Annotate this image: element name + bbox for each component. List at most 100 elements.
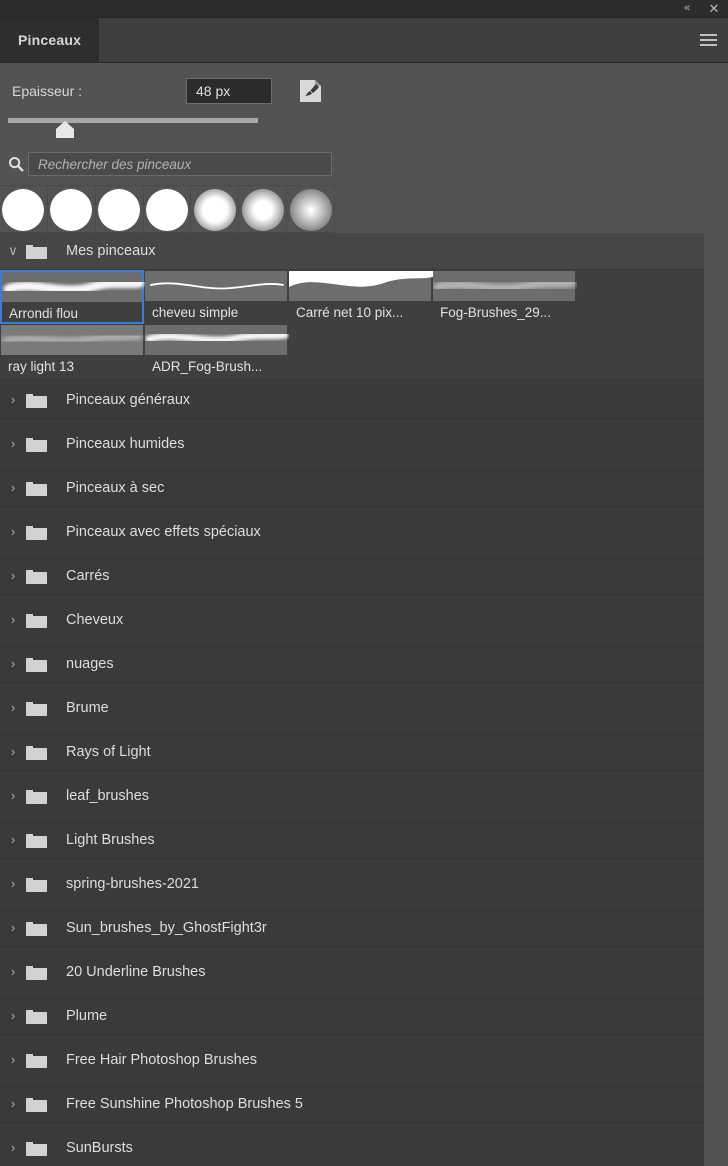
folder-icon — [26, 480, 56, 496]
close-panel-button[interactable]: ✕ — [700, 0, 728, 18]
folder-icon — [26, 832, 56, 848]
brush-tile-label: Carré net 10 pix... — [296, 304, 404, 320]
folder-row[interactable]: › SunBursts — [0, 1126, 704, 1166]
chevron-right-icon[interactable]: › — [0, 436, 26, 451]
folder-icon — [26, 920, 56, 936]
brush-tile[interactable]: cheveu simple — [144, 270, 288, 324]
folder-row[interactable]: › Light Brushes — [0, 818, 704, 862]
slider-handle[interactable] — [56, 121, 74, 138]
thickness-slider[interactable] — [0, 111, 728, 145]
chevron-right-icon[interactable]: › — [0, 700, 26, 715]
chevron-right-icon[interactable]: › — [0, 480, 26, 495]
folder-row[interactable]: › leaf_brushes — [0, 774, 704, 818]
brush-stroke-preview — [145, 271, 287, 301]
chevron-right-icon[interactable]: › — [0, 876, 26, 891]
collapse-panel-button[interactable]: « — [674, 0, 700, 18]
brush-tip-hard-round-1[interactable] — [0, 186, 48, 234]
folder-row[interactable]: › 20 Underline Brushes — [0, 950, 704, 994]
slider-track[interactable] — [8, 118, 258, 123]
folder-row[interactable]: › Brume — [0, 686, 704, 730]
folder-label: SunBursts — [66, 1139, 133, 1156]
brush-tip-strip — [0, 185, 336, 234]
brush-tile[interactable]: Fog-Brushes_29... — [432, 270, 577, 324]
chevron-right-icon[interactable]: › — [0, 524, 26, 539]
folder-row[interactable]: › Pinceaux avec effets spéciaux — [0, 510, 704, 554]
folder-rows: › Pinceaux généraux › Pinceaux humides › Pinc… — [0, 378, 704, 1166]
chevron-right-icon[interactable]: › — [0, 1140, 26, 1155]
folder-label: Free Sunshine Photoshop Brushes 5 — [66, 1095, 303, 1112]
brush-tip-soft-round-2[interactable] — [144, 186, 192, 234]
folder-row[interactable]: › spring-brushes-2021 — [0, 862, 704, 906]
folder-row[interactable]: › Free Hair Photoshop Brushes — [0, 1038, 704, 1082]
panel-tab-bar: Pinceaux — [0, 18, 728, 63]
folder-label: Free Hair Photoshop Brushes — [66, 1051, 258, 1068]
folder-row[interactable]: › nuages — [0, 642, 704, 686]
brush-tile[interactable]: ADR_Fog-Brush... — [144, 324, 289, 378]
chevron-right-icon[interactable]: › — [0, 1008, 26, 1023]
thickness-input[interactable]: 48 px — [186, 78, 272, 104]
folder-icon — [26, 243, 56, 259]
chevron-right-icon[interactable]: › — [0, 1096, 26, 1111]
folder-icon — [26, 1096, 56, 1112]
chevron-right-icon[interactable]: › — [0, 392, 26, 407]
chevron-right-icon[interactable]: › — [0, 612, 26, 627]
chevron-right-icon[interactable]: › — [0, 656, 26, 671]
folder-icon — [26, 524, 56, 540]
thickness-label: Epaisseur : — [12, 83, 83, 99]
chevron-right-icon[interactable]: › — [0, 832, 26, 847]
brush-tip-soft-round-4[interactable] — [239, 186, 288, 234]
search-input[interactable]: Rechercher des pinceaux — [28, 152, 332, 176]
group-label: Mes pinceaux — [66, 243, 156, 259]
chevron-right-icon[interactable]: › — [0, 1052, 26, 1067]
folder-label: Cheveux — [66, 611, 124, 628]
folder-icon — [26, 700, 56, 716]
folder-row[interactable]: › Pinceaux à sec — [0, 466, 704, 510]
brush-tile-label: Arrondi flou — [9, 305, 79, 321]
group-header-mes-pinceaux[interactable]: ∨ Mes pinceaux — [0, 233, 704, 270]
folder-row[interactable]: › Rays of Light — [0, 730, 704, 774]
brush-stroke-preview — [1, 325, 143, 355]
chevron-down-icon[interactable]: ∨ — [0, 243, 26, 259]
brush-tip-preview — [2, 189, 45, 231]
folder-row[interactable]: › Pinceaux généraux — [0, 378, 704, 422]
chevron-right-icon[interactable]: › — [0, 964, 26, 979]
brush-tile-grid: Arrondi flou cheveu simple Carré net 10 pi… — [0, 270, 704, 378]
chevron-right-icon[interactable]: › — [0, 568, 26, 583]
folder-label: Brume — [66, 699, 109, 716]
folder-row[interactable]: › Pinceaux humides — [0, 422, 704, 466]
brush-tip-soft-round-5[interactable] — [287, 186, 336, 234]
folder-row[interactable]: › Sun_brushes_by_GhostFight3r — [0, 906, 704, 950]
brush-stroke-preview — [433, 271, 577, 301]
folder-icon — [26, 1008, 56, 1024]
folder-row[interactable]: › Cheveux — [0, 598, 704, 642]
chevron-right-icon[interactable]: › — [0, 788, 26, 803]
brush-tip-preview — [241, 189, 284, 231]
folder-icon — [26, 392, 56, 408]
folder-label: Sun_brushes_by_GhostFight3r — [66, 919, 267, 936]
brush-tile[interactable]: ray light 13 — [0, 324, 144, 378]
folder-label: Pinceaux à sec — [66, 479, 165, 496]
brush-tip-soft-round-3[interactable] — [191, 186, 240, 234]
folder-row[interactable]: › Plume — [0, 994, 704, 1038]
chevron-right-icon[interactable]: › — [0, 920, 26, 935]
brush-tile[interactable]: Carré net 10 pix... — [288, 270, 433, 324]
folder-label: 20 Underline Brushes — [66, 963, 206, 980]
folder-row[interactable]: › Free Sunshine Photoshop Brushes 5 — [0, 1082, 704, 1126]
search-icon — [4, 156, 28, 172]
folder-label: nuages — [66, 655, 114, 672]
folder-label: Pinceaux généraux — [66, 391, 191, 408]
tab-bar-spacer — [99, 18, 688, 62]
folder-row[interactable]: › Carrés — [0, 554, 704, 598]
chevron-right-icon[interactable]: › — [0, 744, 26, 759]
tab-pinceaux[interactable]: Pinceaux — [0, 18, 100, 62]
brush-tip-preview — [50, 189, 93, 231]
brush-tip-soft-round-1[interactable] — [96, 186, 144, 234]
folder-label: spring-brushes-2021 — [66, 875, 199, 892]
brush-library-list: ∨ Mes pinceaux Arrondi flou cheveu simple… — [0, 233, 704, 1166]
brush-tile[interactable]: Arrondi flou — [0, 270, 145, 324]
brush-tip-hard-round-2[interactable] — [48, 186, 96, 234]
brush-preset-icon[interactable] — [299, 78, 323, 104]
panel-menu-button[interactable] — [688, 18, 728, 62]
folder-icon — [26, 612, 56, 628]
brush-tile-label: Fog-Brushes_29... — [440, 304, 552, 320]
